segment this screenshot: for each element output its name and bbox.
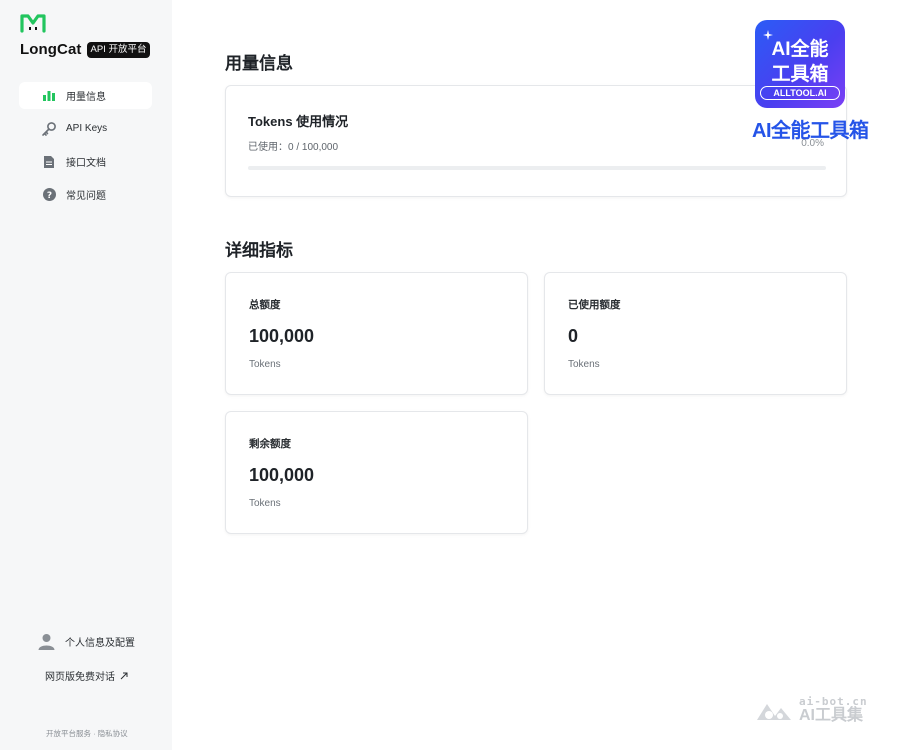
details-section-title: 详细指标	[225, 241, 293, 260]
metric-card-total: 总额度 100,000 Tokens	[225, 272, 528, 395]
alltool-logo-domain: ALLTOOL.AI	[760, 86, 840, 100]
usage-section-title: 用量信息	[225, 54, 293, 73]
usage-progress-bar	[248, 166, 826, 170]
footer-links: 开放平台服务 · 隐私协议	[46, 728, 128, 739]
alltool-watermark-text: AI全能工具箱	[752, 120, 869, 142]
metric-value: 0	[568, 326, 579, 346]
longcat-logo-icon	[20, 14, 46, 33]
profile-label: 个人信息及配置	[65, 638, 135, 649]
external-link-icon	[120, 672, 128, 679]
sidebar-item-label: 常见问题	[66, 191, 106, 202]
web-chat-link[interactable]: 网页版免费对话	[45, 668, 128, 683]
sidebar-item-label: API Keys	[66, 123, 108, 134]
user-icon	[38, 634, 55, 650]
sidebar-item-label: 用量信息	[66, 92, 106, 103]
aibot-watermark: ai-bot.cn AI工具集	[755, 696, 868, 724]
sidebar-item-usage[interactable]: 用量信息	[19, 82, 152, 109]
sidebar-item-docs[interactable]: 接口文档	[19, 148, 152, 175]
usage-card-title: Tokens 使用情况	[248, 114, 349, 129]
sidebar-nav: 用量信息 API Keys 接口文档 ? 常见问题	[19, 82, 152, 214]
aibot-logo-icon	[757, 704, 791, 720]
metric-value: 100,000	[249, 326, 315, 346]
metric-unit: Tokens	[249, 498, 281, 509]
metric-card-used: 已使用额度 0 Tokens	[544, 272, 847, 395]
sidebar-item-label: 接口文档	[66, 158, 106, 169]
metric-label: 总额度	[249, 299, 281, 311]
aibot-text: AI工具集	[799, 707, 864, 724]
metric-label: 剩余额度	[249, 438, 291, 450]
sidebar-item-api-keys[interactable]: API Keys	[19, 115, 152, 142]
question-icon: ?	[41, 187, 57, 203]
service-link[interactable]: 开放平台服务	[46, 729, 91, 738]
sidebar-item-faq[interactable]: ? 常见问题	[19, 181, 152, 208]
profile-settings-link[interactable]: 个人信息及配置	[38, 633, 135, 650]
svg-text:?: ?	[46, 191, 51, 201]
metric-label: 已使用额度	[568, 299, 621, 311]
alltool-logo-line1: AI全能	[771, 39, 829, 60]
brand-badge: API 开放平台	[86, 41, 151, 58]
usage-used-text: 已使用：0 / 100,000	[248, 142, 339, 153]
key-icon	[41, 121, 57, 137]
document-icon	[41, 154, 57, 170]
metric-unit: Tokens	[568, 359, 600, 370]
metric-unit: Tokens	[249, 359, 281, 370]
footer-separator: ·	[93, 729, 96, 738]
metric-value: 100,000	[249, 465, 315, 485]
brand[interactable]: LongCat API 开放平台	[20, 41, 151, 58]
metric-card-remaining: 剩余额度 100,000 Tokens	[225, 411, 528, 534]
sidebar: LongCat API 开放平台 用量信息 API Keys 接口文档 ? 常见…	[0, 0, 172, 750]
web-chat-label: 网页版免费对话	[45, 672, 115, 683]
bar-chart-icon	[41, 88, 57, 104]
privacy-link[interactable]: 隐私协议	[98, 729, 128, 738]
brand-name: LongCat	[20, 41, 82, 58]
alltool-logo: AI全能 工具箱 ALLTOOL.AI	[755, 20, 845, 108]
alltool-logo-line2: 工具箱	[771, 64, 829, 85]
alltool-watermark: AI全能 工具箱 ALLTOOL.AI AI全能工具箱	[752, 20, 869, 143]
